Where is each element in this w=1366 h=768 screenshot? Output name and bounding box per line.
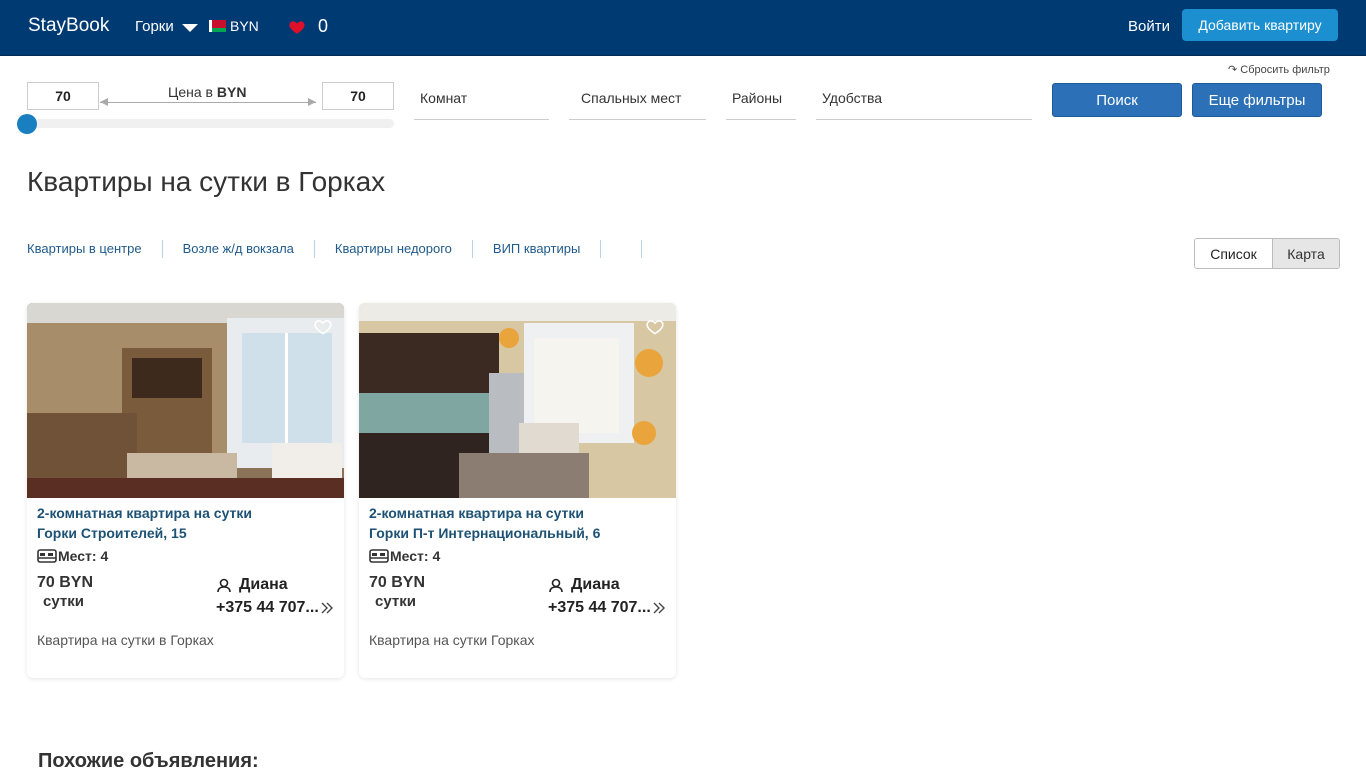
listing-owner-name: Диана — [571, 576, 620, 593]
currency-selector[interactable]: BYN — [209, 18, 259, 34]
listing-places-text: Мест: 4 — [58, 548, 109, 564]
similar-listings-heading: Похожие объявления: — [38, 750, 259, 768]
listing-owner: Диана — [549, 576, 620, 594]
listing-photo[interactable] — [359, 303, 676, 498]
bed-icon — [369, 549, 389, 563]
price-max-input[interactable]: 70 — [322, 82, 394, 110]
listing-description: Квартира на сутки в Горках — [37, 632, 214, 648]
listing-phone[interactable]: +375 44 707... — [548, 599, 665, 617]
quick-link-cheap[interactable]: Квартиры недорого — [335, 240, 473, 258]
listing-title-line1: 2-комнатная квартира на сутки — [37, 505, 253, 521]
listing-phone[interactable]: +375 44 707... — [216, 599, 333, 617]
listing-photo[interactable] — [27, 303, 344, 498]
listing-title[interactable]: 2-комнатная квартира на сутки Горки Стро… — [37, 503, 252, 543]
rooms-dropdown[interactable]: Комнат — [414, 82, 549, 120]
belarus-flag-icon — [209, 20, 226, 32]
listing-price-period: сутки — [375, 593, 416, 610]
price-label-currency: BYN — [216, 84, 247, 100]
user-icon — [217, 578, 231, 592]
city-selector[interactable]: Горки — [135, 18, 198, 35]
price-min-input[interactable]: 70 — [27, 82, 99, 110]
favorites-count: 0 — [318, 16, 329, 36]
listing-photo-image — [27, 303, 344, 498]
listing-card[interactable]: 2-комнатная квартира на сутки Горки Стро… — [27, 303, 344, 678]
listing-address: Горки П-т Интернациональный, 6 — [369, 525, 601, 541]
price-range-arrow — [100, 98, 316, 106]
list-view-button[interactable]: Список — [1195, 239, 1272, 268]
favorites-link[interactable]: 0 — [288, 16, 328, 37]
listing-price: 70 BYN — [37, 574, 94, 591]
currency-label: BYN — [230, 18, 259, 34]
search-button[interactable]: Поиск — [1052, 83, 1182, 117]
map-view-button[interactable]: Карта — [1272, 239, 1339, 268]
favorite-heart-icon[interactable] — [645, 317, 665, 337]
amenities-dropdown[interactable]: Удобства — [816, 82, 1032, 120]
listing-title-line1: 2-комнатная квартира на сутки — [369, 505, 585, 521]
listing-card[interactable]: 2-комнатная квартира на сутки Горки П-т … — [359, 303, 676, 678]
price-label-prefix: Цена в — [168, 84, 217, 100]
listing-phone-text: +375 44 707... — [548, 599, 651, 616]
heart-icon — [289, 20, 305, 34]
view-toggle: Список Карта — [1194, 238, 1340, 269]
listing-photo-image — [359, 303, 676, 498]
reset-filter-link[interactable]: ↷ Сбросить фильтр — [1228, 63, 1330, 76]
listing-places-text: Мест: 4 — [390, 548, 441, 564]
listing-description: Квартира на сутки Горках — [369, 632, 535, 648]
listing-price-period: сутки — [43, 593, 84, 610]
add-apartment-button[interactable]: Добавить квартиру — [1182, 9, 1338, 41]
price-slider-handle[interactable] — [17, 114, 37, 134]
more-filters-button[interactable]: Еще фильтры — [1192, 83, 1322, 117]
listing-price: 70 BYN — [369, 574, 426, 591]
page-title: Квартиры на сутки в Горках — [27, 166, 386, 197]
bed-icon — [37, 549, 57, 563]
listing-address: Горки Строителей, 15 — [37, 525, 187, 541]
listing-phone-text: +375 44 707... — [216, 599, 319, 616]
site-logo[interactable]: StayBook — [28, 15, 109, 37]
listing-places: Мест: 4 — [369, 548, 440, 564]
listing-places: Мест: 4 — [37, 548, 108, 564]
price-label: Цена в BYN — [168, 84, 246, 100]
price-slider-track[interactable] — [27, 119, 394, 128]
user-icon — [549, 578, 563, 592]
listing-title[interactable]: 2-комнатная квартира на сутки Горки П-т … — [369, 503, 600, 543]
beds-dropdown[interactable]: Спальных мест — [569, 82, 706, 120]
chevron-right-double-icon — [321, 602, 333, 614]
quick-links: Квартиры в центре Возле ж/д вокзала Квар… — [27, 240, 643, 258]
login-link[interactable]: Войти — [1128, 18, 1170, 35]
listing-owner-name: Диана — [239, 576, 288, 593]
districts-dropdown[interactable]: Районы — [726, 82, 796, 120]
city-label: Горки — [135, 18, 174, 35]
quick-link-station[interactable]: Возле ж/д вокзала — [183, 240, 315, 258]
divider — [641, 240, 643, 258]
favorite-heart-icon[interactable] — [313, 317, 333, 337]
quick-link-center[interactable]: Квартиры в центре — [27, 240, 163, 258]
chevron-right-double-icon — [653, 602, 665, 614]
chevron-down-icon — [181, 24, 198, 32]
listing-owner: Диана — [217, 576, 288, 594]
top-navbar: StayBook Горки BYN 0 Войти Добавить квар… — [0, 0, 1366, 56]
quick-link-vip[interactable]: ВИП квартиры — [493, 240, 602, 258]
